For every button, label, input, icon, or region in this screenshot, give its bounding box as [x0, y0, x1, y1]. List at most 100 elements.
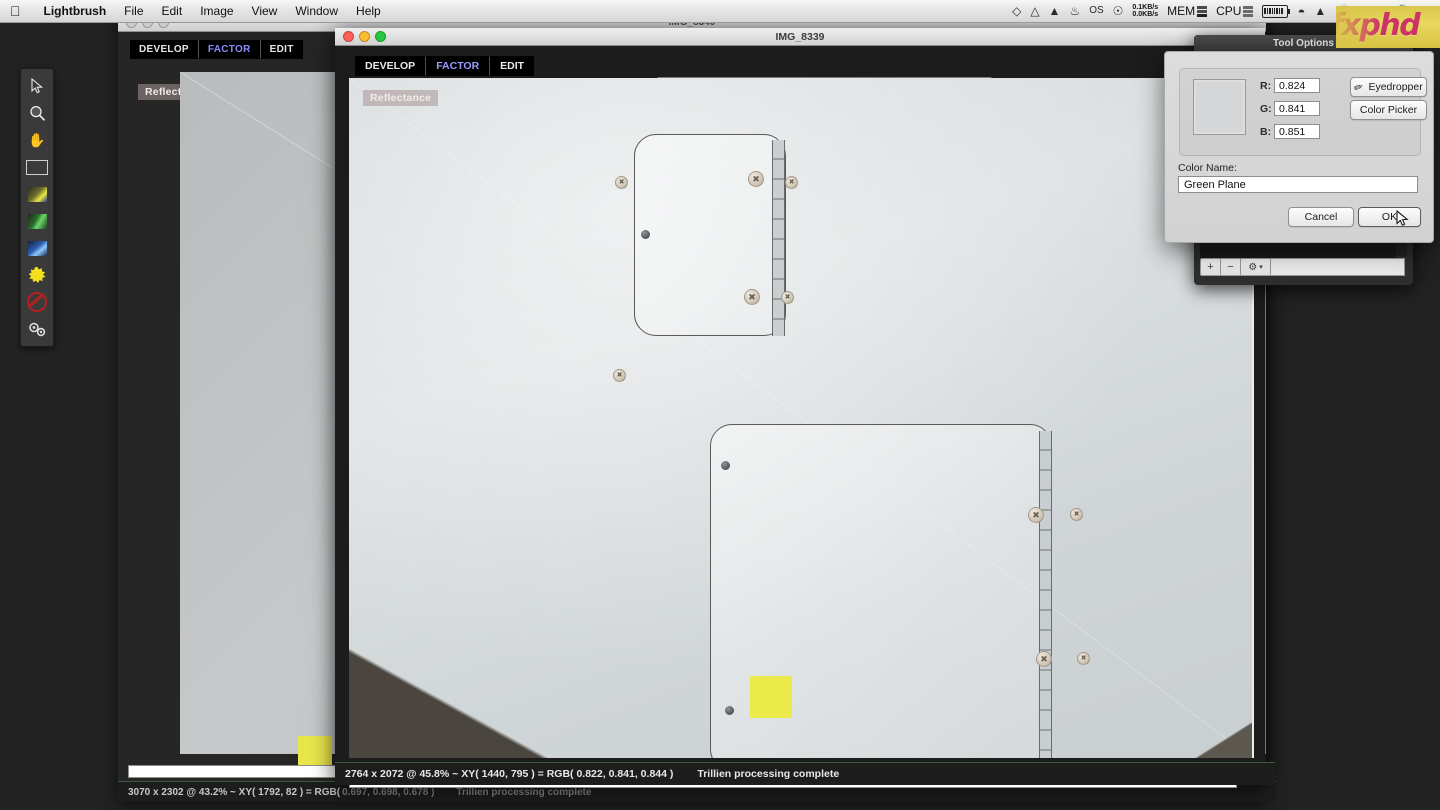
screw-icon: ✖	[781, 291, 794, 304]
fxphd-logo: fxphd	[1336, 6, 1440, 48]
front-image-canvas[interactable]: ✖ ✖ ✖ ✖ ✖ ✖ ✖ ✖ ✖ ✖ Reflectance	[349, 78, 1254, 758]
front-status-bar: 2764 x 2072 @ 45.8% ~ XY( 1440, 795 ) = …	[335, 762, 1275, 785]
screw-icon: ✖	[1077, 652, 1090, 665]
color-preview-swatch[interactable]	[1193, 79, 1246, 135]
hand-pan-tool-icon[interactable]: ✋	[24, 127, 50, 153]
mouse-cursor	[1396, 209, 1409, 233]
cancel-button[interactable]: Cancel	[1288, 207, 1354, 227]
rivet-icon	[721, 461, 730, 470]
menu-item-lightbrush[interactable]: Lightbrush	[35, 4, 116, 18]
arrow-select-tool-icon[interactable]	[24, 73, 50, 99]
hinge-upper	[772, 140, 785, 336]
color-name-dialog[interactable]: R: 0.824 G: 0.841 B: 0.851 ✏ Eyedropper …	[1164, 51, 1434, 243]
tab-factor[interactable]: FACTOR	[198, 39, 260, 59]
network-rate-indicator[interactable]: 0.1KB/s 0.0KB/s	[1132, 4, 1158, 19]
wifi-icon[interactable]: ◓	[1297, 5, 1305, 18]
red-channel-input[interactable]: 0.824	[1274, 78, 1320, 93]
zoom-magnifier-tool-icon[interactable]	[24, 100, 50, 126]
fxphd-logo-fade	[1336, 6, 1380, 48]
rectangle-marquee-tool-icon[interactable]	[24, 154, 50, 180]
tab-edit[interactable]: EDIT	[490, 56, 535, 76]
gradient-yellow-tool-icon[interactable]	[24, 181, 50, 207]
green-channel-input[interactable]: 0.841	[1274, 101, 1320, 116]
screen-root:  Lightbrush File Edit Image View Window…	[0, 0, 1440, 810]
tab-factor[interactable]: FACTOR	[426, 56, 490, 76]
rivet-icon	[725, 706, 734, 715]
gear-menu-button[interactable]: ⚙ ▾	[1240, 258, 1271, 276]
macos-menubar:  Lightbrush File Edit Image View Window…	[0, 0, 1440, 23]
front-mode-tabs: DEVELOP FACTOR EDIT	[355, 56, 535, 76]
battery-icon[interactable]	[1262, 4, 1291, 18]
menu-item-window[interactable]: Window	[286, 4, 347, 18]
gradient-green-tool-icon[interactable]	[24, 208, 50, 234]
tab-develop[interactable]: DEVELOP	[130, 39, 198, 59]
tab-develop[interactable]: DEVELOP	[355, 56, 426, 76]
layer-chip-reflectance: Reflectance	[363, 90, 439, 106]
hinge-lower	[1039, 431, 1052, 758]
blue-channel-row: B: 0.851	[1260, 124, 1320, 139]
apple-menu-icon[interactable]: 	[10, 4, 21, 18]
menu-item-edit[interactable]: Edit	[153, 4, 192, 18]
close-button[interactable]	[343, 31, 354, 42]
photo-dark-corner-right	[1192, 720, 1252, 758]
google-drive-icon[interactable]: △	[1030, 5, 1039, 17]
screw-icon: ✖	[785, 176, 798, 189]
screw-icon: ✖	[613, 369, 626, 382]
front-window-titlebar[interactable]: IMG_8339	[335, 28, 1265, 46]
box-icon[interactable]: ▲	[1049, 5, 1061, 17]
menu-item-image[interactable]: Image	[191, 4, 242, 18]
dropbox-icon[interactable]: ◇	[1012, 5, 1021, 17]
cpu-gauge-icon[interactable]: CPU	[1216, 4, 1254, 18]
no-entry-tool-icon[interactable]	[24, 289, 50, 315]
front-window-img8339[interactable]: IMG_8339 DEVELOP FACTOR EDIT Original Il…	[335, 28, 1275, 788]
tools-palette: ✋	[20, 68, 54, 347]
minimize-button[interactable]	[359, 31, 370, 42]
os-icon[interactable]: OS	[1089, 6, 1103, 16]
chevron-down-icon: ▾	[1259, 264, 1263, 271]
front-traffic-lights	[335, 31, 386, 42]
green-channel-row: G: 0.841	[1260, 101, 1320, 116]
cpu-bars	[1243, 5, 1254, 17]
remove-button[interactable]: −	[1220, 258, 1240, 276]
zoom-button[interactable]	[375, 31, 386, 42]
color-picker-button[interactable]: Color Picker	[1350, 100, 1427, 120]
color-name-input[interactable]: Green Plane	[1178, 176, 1418, 193]
background-status-message: Trillien processing complete	[456, 786, 592, 798]
menu-item-view[interactable]: View	[243, 4, 287, 18]
eyedropper-icon: ✏	[1352, 80, 1366, 95]
battery-level	[1264, 8, 1283, 14]
tab-edit[interactable]: EDIT	[260, 39, 303, 59]
photo-dark-corner	[349, 648, 549, 758]
ok-button[interactable]: OK	[1358, 207, 1421, 227]
eyedropper-button-label: Eyedropper	[1368, 81, 1423, 93]
network-upload-rate: 0.1KB/s	[1132, 3, 1159, 11]
menu-item-file[interactable]: File	[115, 4, 152, 18]
color-name-label: Color Name:	[1178, 162, 1237, 174]
memory-bars	[1197, 5, 1208, 17]
gears-settings-tool-icon[interactable]	[24, 316, 50, 342]
tool-options-search-field[interactable]	[1271, 258, 1405, 276]
color-sample-swatch-marker[interactable]	[750, 676, 792, 718]
green-channel-label: G:	[1260, 102, 1272, 115]
cpu-gauge-label: CPU	[1216, 4, 1242, 18]
eyedropper-button[interactable]: ✏ Eyedropper	[1350, 77, 1427, 97]
eject-icon[interactable]: ▲	[1314, 5, 1326, 17]
color-picker-button-label: Color Picker	[1359, 104, 1418, 116]
background-status-rgb-values: 0.697, 0.698, 0.678 )	[342, 786, 435, 798]
add-button[interactable]: +	[1200, 258, 1220, 276]
menu-item-help[interactable]: Help	[347, 4, 390, 18]
network-download-rate: 0.0KB/s	[1132, 11, 1159, 18]
screw-icon: ✖	[748, 171, 764, 187]
blue-channel-input[interactable]: 0.851	[1274, 124, 1320, 139]
evernote-icon[interactable]: ♨	[1069, 5, 1080, 17]
blue-channel-label: B:	[1260, 125, 1272, 138]
color-values-group: R: 0.824 G: 0.841 B: 0.851 ✏ Eyedropper …	[1179, 68, 1427, 156]
light-sun-tool-icon[interactable]	[24, 262, 50, 288]
rivet-icon	[641, 230, 650, 239]
gradient-blue-tool-icon[interactable]	[24, 235, 50, 261]
front-status-message: Trillien processing complete	[697, 768, 840, 780]
memory-gauge-icon[interactable]: MEM	[1167, 4, 1208, 18]
cloud-icon[interactable]: ☉	[1113, 5, 1124, 17]
screw-icon: ✖	[1036, 651, 1052, 667]
front-window-title: IMG_8339	[775, 30, 825, 43]
